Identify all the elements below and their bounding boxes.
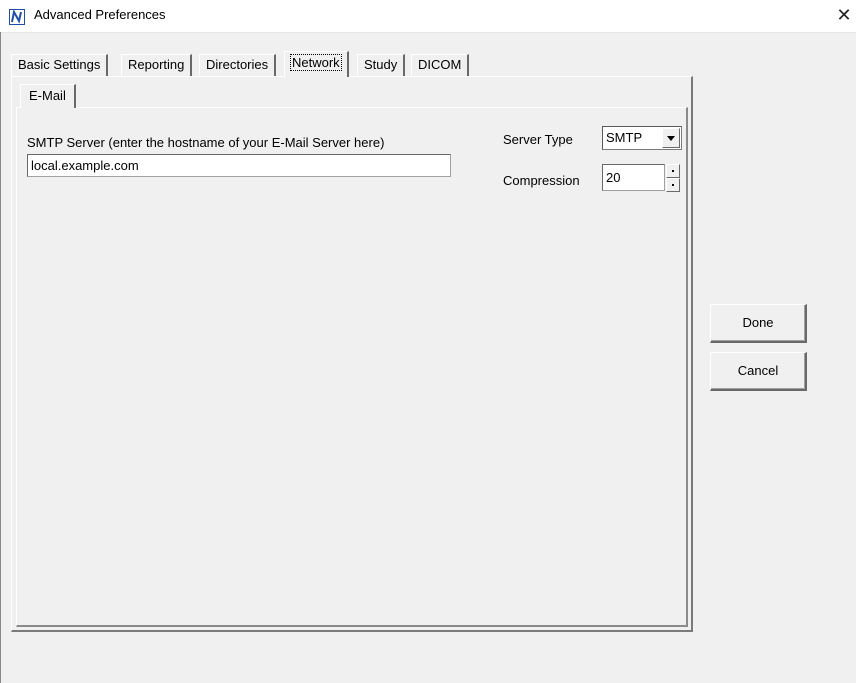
tab-study[interactable]: Study [357,54,406,76]
chevron-down-icon [667,136,675,141]
title-bar: Advanced Preferences ✕ [0,0,856,33]
tab-directories[interactable]: Directories [199,54,277,76]
tab-label: Basic Settings [18,57,101,72]
app-logo-icon [9,9,25,25]
tab-reporting[interactable]: Reporting [121,54,193,76]
tab-label: Study [364,57,398,72]
server-type-label: Server Type [503,132,573,147]
window-title: Advanced Preferences [34,7,166,22]
dropdown-button[interactable] [662,128,680,148]
spin-up-button[interactable] [666,164,680,178]
compression-spinner[interactable] [666,164,680,192]
server-type-value: SMTP [606,130,643,145]
spin-up-icon [672,170,674,172]
smtp-server-input[interactable] [27,154,451,177]
tab-label: Network [290,54,342,71]
window-border [0,32,1,683]
tab-dicom[interactable]: DICOM [411,54,470,76]
tab-basic-settings[interactable]: Basic Settings [11,54,109,76]
email-tab-panel: SMTP Server (enter the hostname of your … [16,107,688,627]
spin-down-button[interactable] [666,178,680,192]
compression-input[interactable] [602,164,665,191]
network-tab-panel: E-Mail SMTP Server (enter the hostname o… [11,76,693,632]
tab-network[interactable]: Network [284,51,349,77]
close-icon[interactable]: ✕ [832,0,856,32]
cancel-button[interactable]: Cancel [710,352,807,391]
smtp-server-label: SMTP Server (enter the hostname of your … [27,135,385,150]
advanced-preferences-window: Advanced Preferences ✕ Basic Settings Re… [0,0,856,683]
tab-label: E-Mail [29,88,66,103]
done-button[interactable]: Done [710,304,807,343]
tab-email[interactable]: E-Mail [20,84,76,108]
spin-down-icon [672,184,674,186]
tab-label: DICOM [418,57,462,72]
compression-label: Compression [503,173,580,188]
tab-label: Directories [206,57,269,72]
tab-label: Reporting [128,57,185,72]
server-type-select[interactable]: SMTP [602,126,682,150]
